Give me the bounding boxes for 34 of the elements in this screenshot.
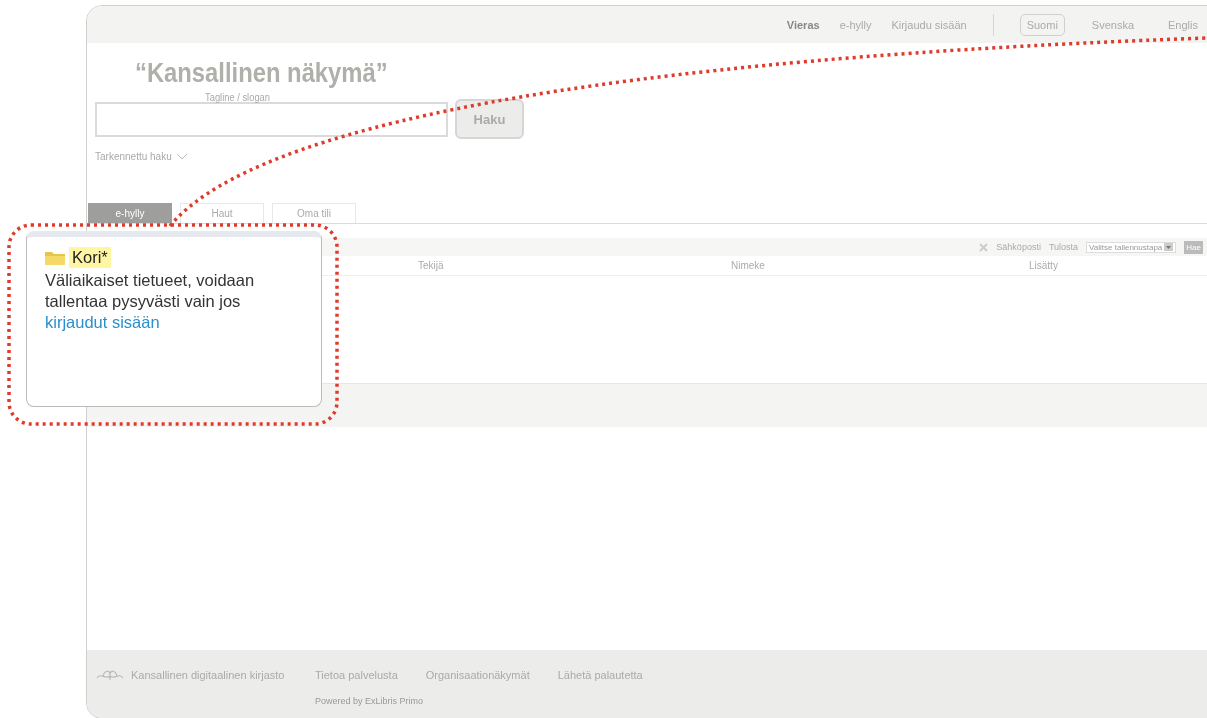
top-link[interactable]: Kirjaudu sisään	[891, 18, 967, 31]
powered-by: Powered by ExLibris Primo	[315, 696, 425, 708]
toolbar-link[interactable]: Tulosta	[1048, 242, 1079, 252]
save-button[interactable]: Hae	[1184, 240, 1203, 254]
callout-title: Kori*	[69, 247, 111, 268]
brand-name: Kansallinen digitaalinen kirjasto	[131, 669, 285, 681]
tab[interactable]: e-hylly	[88, 203, 172, 223]
column-header: Lisätty	[1029, 260, 1059, 271]
footer-link[interactable]: Tietoa palvelusta	[315, 669, 398, 681]
tagline: Tagline / slogan	[205, 91, 271, 103]
toolbar-link[interactable]: Sähköposti	[996, 242, 1041, 252]
user-link[interactable]: Vieras	[786, 18, 820, 31]
search-button[interactable]: Haku	[455, 99, 524, 139]
language-link[interactable]: Svenska	[1084, 13, 1142, 36]
site-title: “Kansallinen näkymä”	[135, 57, 389, 89]
footer-link[interactable]: Lähetä palautetta	[557, 669, 643, 681]
swirl-logo-icon	[95, 668, 125, 682]
remove-icon[interactable]	[979, 242, 989, 252]
top-link[interactable]: e-hylly	[839, 18, 872, 31]
language-link[interactable]: Suomi	[1019, 13, 1065, 36]
dropdown-arrow-icon[interactable]	[1164, 243, 1174, 251]
advanced-search-link[interactable]: Tarkennettu haku	[95, 151, 1207, 162]
tab[interactable]: Haut	[180, 203, 264, 223]
footer-link[interactable]: Organisaationäkymät	[425, 669, 530, 681]
language-link[interactable]: Englis	[1161, 13, 1205, 36]
column-header: Nimeke	[731, 260, 766, 271]
folder-icon	[45, 250, 65, 265]
search-field[interactable]	[95, 101, 448, 137]
tab[interactable]: Oma tili	[272, 203, 356, 223]
callout-text: Väliaikaiset tietueet, voidaan tallentaa pysyvästi vain jos	[45, 270, 256, 312]
login-link[interactable]: kirjaudut sisään	[45, 313, 160, 331]
column-header: Tekijä	[418, 260, 445, 271]
chevron-down-icon[interactable]	[175, 153, 188, 160]
save-select[interactable]: Valitse tallennustapa	[1086, 241, 1177, 253]
